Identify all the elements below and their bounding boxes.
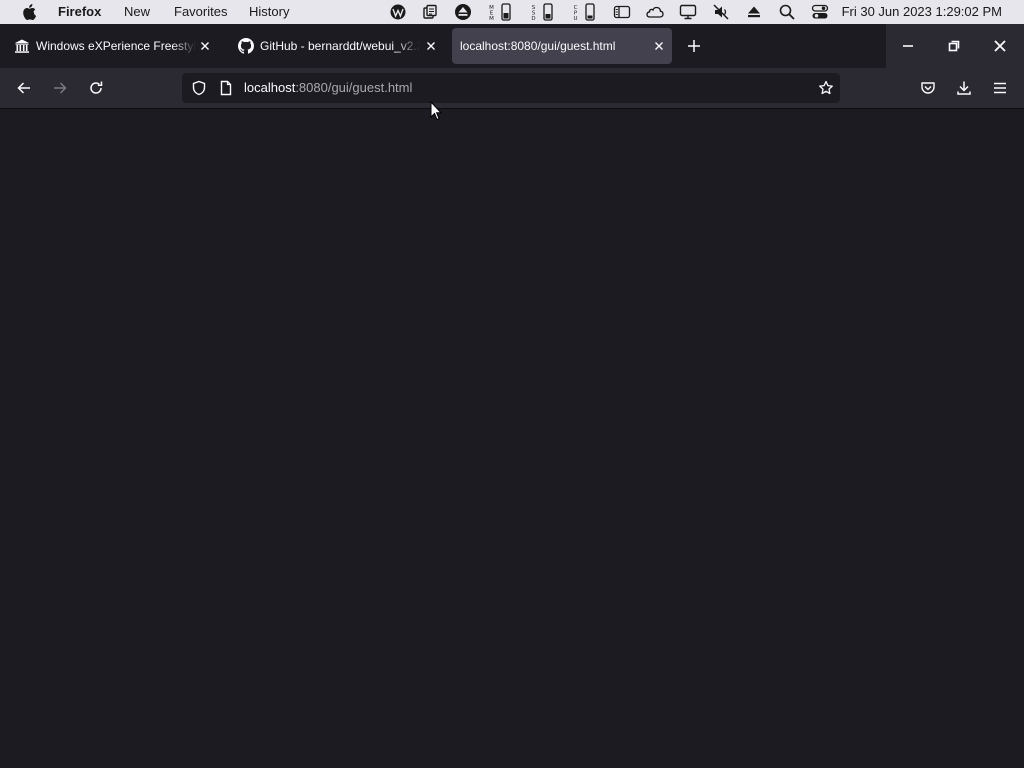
wordpress-icon[interactable] [389, 3, 407, 21]
tab-title: localhost:8080/gui/guest.html [460, 39, 616, 53]
close-icon[interactable] [424, 39, 438, 53]
url-host: localhost [244, 80, 296, 95]
window-controls [886, 24, 1024, 68]
cpu-meter-icon[interactable]: C P U [572, 3, 598, 21]
eject-icon[interactable] [745, 3, 763, 21]
cloud-icon[interactable] [646, 3, 664, 21]
system-menu-bar: Firefox New Favorites History M E M S S … [0, 0, 1024, 24]
clock[interactable]: Fri 30 Jun 2023 1:29:02 PM [842, 4, 1002, 20]
menu-new[interactable]: New [124, 4, 150, 20]
tab-windows-experience[interactable]: Windows eXPerience Freestyle UI [4, 28, 218, 64]
new-tab-plus-icon[interactable] [686, 38, 702, 54]
ssd-meter-icon[interactable]: S S D [530, 3, 556, 21]
back-arrow-icon[interactable] [16, 80, 32, 96]
forward-arrow-icon[interactable] [52, 80, 68, 96]
tab-strip: Windows eXPerience Freestyle UI GitHub -… [0, 24, 1024, 68]
sidebar-icon[interactable] [613, 3, 631, 21]
window-close-icon[interactable] [992, 38, 1008, 54]
tab-title: Windows eXPerience Freestyle UI [36, 39, 196, 53]
apple-icon[interactable] [22, 4, 36, 20]
search-icon[interactable] [778, 3, 796, 21]
pocket-icon[interactable] [920, 80, 936, 96]
page-content[interactable] [0, 109, 1024, 768]
tracking-protection-shield-icon[interactable] [191, 80, 207, 96]
menu-app-name[interactable]: Firefox [58, 4, 101, 20]
restore-icon[interactable] [946, 38, 962, 54]
hamburger-menu-icon[interactable] [992, 80, 1008, 96]
eject-circle-icon[interactable] [454, 3, 472, 21]
clipboard-icon[interactable] [421, 3, 439, 21]
tab-github[interactable]: GitHub - bernarddt/webui_v2.2 [228, 28, 444, 64]
mute-icon[interactable] [712, 3, 730, 21]
museum-icon [15, 39, 29, 53]
github-icon [238, 38, 254, 54]
reload-icon[interactable] [88, 80, 104, 96]
bookmark-star-icon[interactable] [818, 80, 834, 96]
mouse-cursor-icon [430, 101, 442, 121]
url-path: :8080/gui/guest.html [295, 80, 413, 95]
url-text[interactable]: localhost:8080/gui/guest.html [244, 80, 412, 96]
menu-history[interactable]: History [249, 4, 289, 20]
menu-favorites[interactable]: Favorites [174, 4, 227, 20]
navigation-toolbar: localhost:8080/gui/guest.html [0, 68, 1024, 109]
tab-localhost-active[interactable]: localhost:8080/gui/guest.html [452, 28, 672, 64]
close-icon[interactable] [198, 39, 212, 53]
close-icon[interactable] [652, 39, 666, 53]
page-info-icon[interactable] [218, 80, 234, 96]
memory-meter-icon[interactable]: M E M [488, 3, 514, 21]
download-icon[interactable] [956, 80, 972, 96]
display-icon[interactable] [679, 3, 697, 21]
minimize-icon[interactable] [900, 38, 916, 54]
control-center-icon[interactable] [811, 3, 829, 21]
tab-title: GitHub - bernarddt/webui_v2.2 [260, 39, 420, 53]
svg-text:D: D [531, 16, 535, 21]
address-bar[interactable]: localhost:8080/gui/guest.html [182, 73, 840, 103]
memory-meter-label-m2: M [489, 16, 494, 21]
svg-text:U: U [573, 16, 577, 21]
